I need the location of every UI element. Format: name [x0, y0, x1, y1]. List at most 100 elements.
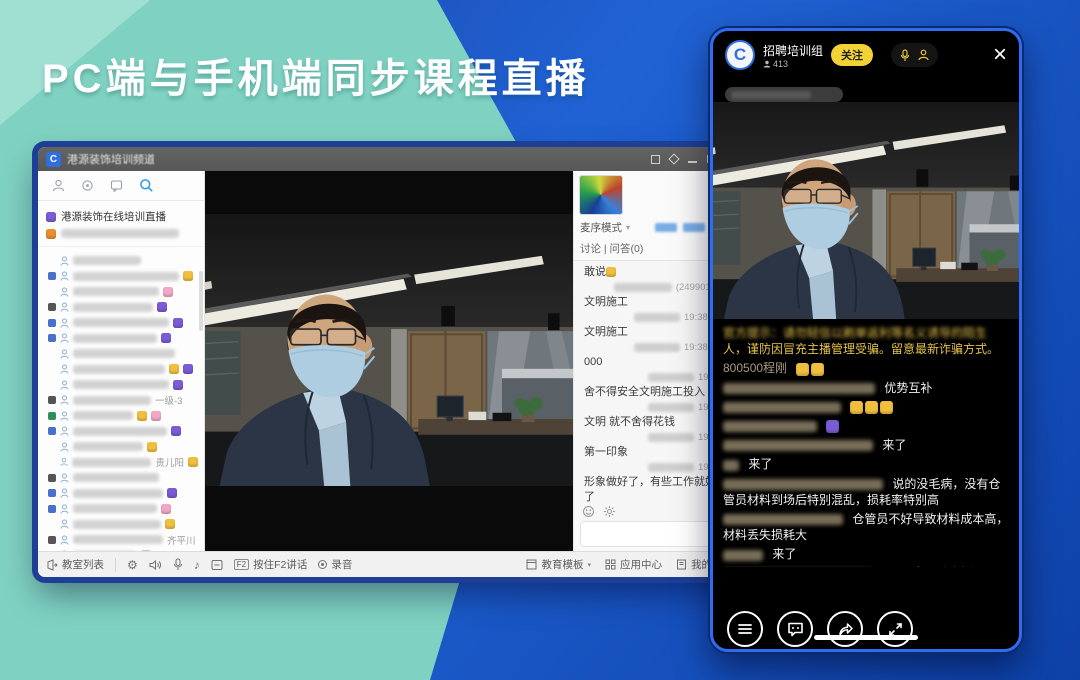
user-row[interactable] — [48, 269, 198, 285]
fullscreen-button[interactable] — [877, 611, 913, 647]
exit-door-icon — [46, 559, 58, 571]
purple-badge-icon — [183, 364, 193, 374]
f2-key-icon: F2 — [234, 559, 249, 570]
user-row[interactable] — [48, 501, 198, 517]
user-row[interactable] — [48, 253, 198, 269]
menu-icon — [737, 622, 753, 636]
live-thumbnail[interactable] — [580, 176, 622, 214]
user-row[interactable] — [48, 486, 198, 502]
thumb-badge-icon — [796, 363, 809, 376]
home-indicator[interactable] — [814, 635, 918, 640]
user-row[interactable] — [48, 315, 198, 331]
education-template-button[interactable]: 教育模板 ▾ — [526, 557, 591, 572]
person-icon — [60, 535, 69, 545]
members-icon[interactable] — [52, 179, 65, 192]
record-icon — [318, 560, 327, 569]
person-icon — [60, 256, 69, 266]
thumb-badge-icon — [188, 457, 198, 467]
settings-diamond-icon[interactable] — [668, 153, 679, 164]
user-role-icon — [48, 489, 56, 497]
user-row[interactable] — [48, 331, 198, 347]
user-row[interactable] — [48, 517, 198, 533]
person-icon — [60, 519, 69, 529]
user-row[interactable] — [48, 439, 198, 455]
devil-badge-icon — [826, 420, 839, 433]
user-role-icon — [48, 427, 56, 435]
user-row[interactable] — [48, 362, 198, 378]
phone-action-bar — [727, 611, 913, 647]
chat-message: 仓管员不好导致材料成本高，材料丢失损耗大 — [723, 511, 1009, 543]
window-template-icon — [526, 559, 537, 570]
pc-titlebar[interactable]: C 港源装饰培训频道 × — [38, 147, 741, 171]
person-icon — [60, 333, 69, 343]
menu-button[interactable] — [727, 611, 763, 647]
emoji-icon[interactable] — [582, 505, 595, 518]
chat-action-link[interactable] — [655, 223, 677, 232]
user-row[interactable] — [48, 548, 198, 552]
channel-name: 招聘培训组 — [763, 42, 823, 59]
phone-window: C 招聘培训组 413 关注 × — [710, 28, 1022, 652]
chat-bubble-icon — [787, 621, 804, 637]
microphone-icon[interactable] — [173, 558, 183, 571]
person-icon — [60, 302, 69, 312]
purple-badge-icon — [161, 333, 171, 343]
link-mic-pill[interactable] — [891, 43, 938, 67]
mic-mode-label[interactable]: 麦序模式 — [580, 220, 622, 235]
yellow-badge-icon — [137, 411, 147, 421]
user-row[interactable] — [48, 300, 198, 316]
app-center-button[interactable]: 应用中心 — [605, 557, 662, 572]
user-row[interactable]: 一级-3 — [48, 393, 198, 409]
push-to-talk-label: 按住F2讲话 — [253, 557, 307, 572]
pc-sidebar: 港源装饰在线培训直播 — [38, 171, 205, 551]
channel-label: 港源装饰在线培训直播 — [61, 209, 166, 224]
purple-badge-icon — [46, 212, 56, 222]
phone-video-area[interactable] — [713, 102, 1019, 319]
microphone-icon — [900, 49, 910, 62]
pink-badge-icon — [163, 287, 173, 297]
chevron-down-icon[interactable]: ▾ — [626, 223, 630, 232]
push-to-talk-button[interactable]: F2 按住F2讲话 — [234, 557, 308, 572]
user-row[interactable] — [48, 470, 198, 486]
user-row[interactable]: 贵儿阳 — [48, 455, 198, 471]
record-button[interactable]: 录音 — [318, 557, 352, 572]
user-role-icon — [48, 303, 56, 311]
classroom-list-button[interactable]: 教室列表 — [46, 557, 104, 572]
purple-badge-icon — [173, 318, 183, 328]
sidebar-scrollbar[interactable] — [199, 271, 203, 331]
user-tag: 齐平川 — [167, 533, 196, 547]
chat-action-link[interactable] — [683, 223, 705, 232]
layout-icon[interactable] — [651, 155, 660, 164]
channel-item[interactable]: 港源装饰在线培训直播 — [46, 208, 196, 225]
comment-button[interactable] — [777, 611, 813, 647]
share-button[interactable] — [827, 611, 863, 647]
channel-item[interactable] — [46, 225, 196, 242]
gear-icon[interactable]: ⚙ — [127, 558, 138, 572]
grid-icon — [605, 559, 616, 570]
follow-button[interactable]: 关注 — [831, 44, 873, 66]
speaker-icon[interactable] — [149, 559, 162, 571]
search-icon[interactable] — [139, 178, 154, 193]
user-row[interactable] — [48, 424, 198, 440]
location-pin-icon[interactable] — [81, 179, 94, 192]
sender-name: 800500程刚 — [723, 361, 787, 375]
user-row[interactable] — [48, 377, 198, 393]
gear-icon[interactable] — [603, 505, 616, 518]
pc-video-area[interactable] — [205, 171, 573, 551]
music-note-icon[interactable]: ♪ — [194, 558, 200, 572]
close-icon[interactable]: × — [993, 45, 1007, 65]
thumb-badge-icon — [183, 271, 193, 281]
minimize-button[interactable] — [688, 161, 697, 163]
user-row[interactable] — [48, 346, 198, 362]
pink-badge-icon — [141, 550, 151, 551]
user-list: 一级-3 贵儿阳 — [38, 247, 204, 551]
chat-message: 优势互补 — [723, 380, 1009, 396]
user-role-icon — [48, 536, 56, 544]
keyboard-key-icon[interactable] — [211, 559, 223, 571]
person-icon — [60, 473, 69, 483]
pc-bottom-toolbar: 教室列表 ⚙ ♪ F2 按住F2讲话 录音 教育模板 ▾ — [38, 551, 741, 577]
chat-panel-icon[interactable] — [110, 179, 123, 192]
user-row[interactable] — [48, 408, 198, 424]
user-row[interactable] — [48, 284, 198, 300]
user-row[interactable]: 齐平川 — [48, 532, 198, 548]
education-template-label: 教育模板 — [541, 557, 583, 572]
